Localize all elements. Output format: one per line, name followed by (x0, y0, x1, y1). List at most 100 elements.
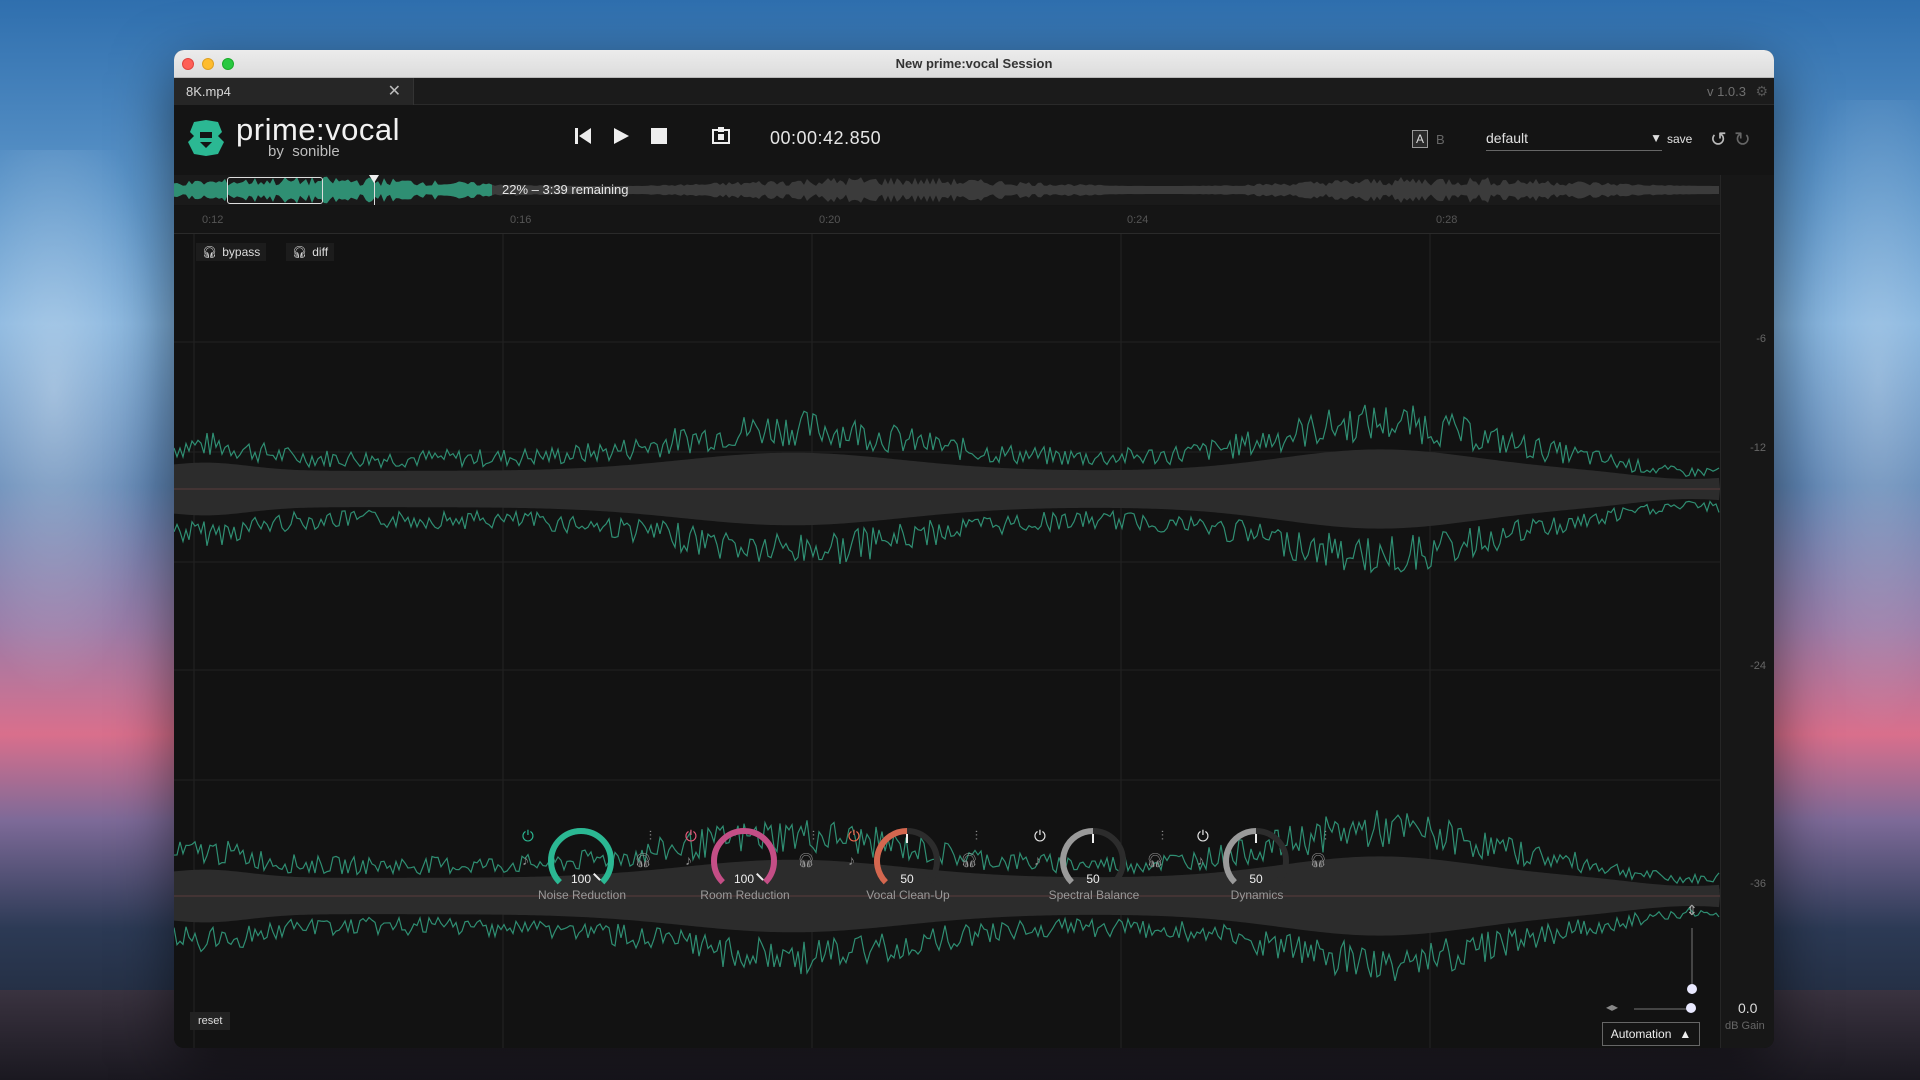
headphones-icon[interactable]: 🎧︎ (1309, 852, 1327, 869)
skip-back-button[interactable] (572, 125, 594, 147)
module-vocal-clean-up: ⏻ ♪ ⫶ 🎧︎ 50 Vocal Clean-Up (848, 820, 978, 910)
ab-b-button[interactable]: B (1436, 132, 1445, 147)
module-noise-reduction: ⏻ ♪ ⫶ 🎧︎ 100 Noise Reduction (522, 820, 652, 910)
gear-icon[interactable]: ⚙ (1755, 83, 1768, 100)
note-icon[interactable]: ♪ (522, 852, 529, 868)
ab-a-button[interactable]: A (1412, 130, 1428, 148)
note-icon[interactable]: ♪ (685, 852, 692, 868)
transport-controls (572, 125, 732, 147)
close-window-button[interactable] (182, 58, 194, 70)
db-tick: -24 (1750, 660, 1766, 672)
ruler-tick: 0:28 (1436, 214, 1458, 226)
reset-button[interactable]: reset (190, 1012, 231, 1030)
play-icon (614, 128, 629, 144)
tab-label: 8K.mp4 (186, 83, 231, 99)
power-icon[interactable]: ⏻ (685, 828, 697, 845)
ruler-tick: 0:12 (202, 214, 224, 226)
diff-label: diff (312, 245, 329, 259)
module-label: Dynamics (1230, 888, 1284, 902)
faders-icon[interactable]: ⫶ (1161, 828, 1164, 844)
module-dynamics: ⏻ ♪ ⫶ 🎧︎ 50 Dynamics (1197, 820, 1327, 910)
chevron-up-icon: ▲ (1679, 1027, 1692, 1041)
headphones-icon[interactable]: 🎧︎ (960, 852, 978, 869)
app-window: New prime:vocal Session 8K.mp4 ✕ v 1.0.3… (174, 50, 1774, 1048)
window-title: New prime:vocal Session (895, 56, 1053, 71)
loop-icon (712, 127, 730, 144)
timecode: 00:00:42.850 (770, 128, 882, 148)
title-bar: New prime:vocal Session (174, 50, 1774, 78)
power-icon[interactable]: ⏻ (522, 828, 534, 845)
faders-icon[interactable]: ⫶ (812, 828, 815, 844)
version-label: v 1.0.3 (1706, 83, 1746, 99)
preset-dropdown[interactable]: default ▼ (1486, 125, 1662, 151)
preset-value: default (1486, 129, 1529, 146)
horizontal-zoom-handle[interactable] (1686, 1003, 1696, 1013)
overview-waveform[interactable]: 22% – 3:39 remaining (174, 175, 1720, 205)
time-ruler[interactable]: 0:12 0:16 0:20 0:24 0:28 (174, 206, 1720, 234)
faders-icon[interactable]: ⫶ (649, 828, 652, 844)
module-spectral-balance: ⏻ ♪ ⫶ 🎧︎ 50 Spectral Balance (1034, 820, 1164, 910)
module-label: Vocal Clean-Up (866, 888, 950, 902)
bypass-button[interactable]: 🎧︎ bypass (196, 243, 267, 261)
undo-icon[interactable]: ↺ (1710, 127, 1727, 152)
automation-button[interactable]: Automation ▲ (1602, 1022, 1700, 1046)
gain-value[interactable]: 0.0 (1738, 1000, 1757, 1016)
horizontal-zoom-icon: ◂▸ (1606, 1000, 1619, 1014)
product-by-word: by (268, 143, 284, 160)
desktop-background (0, 150, 180, 750)
power-icon[interactable]: ⏻ (848, 828, 860, 845)
headphones-icon: 🎧︎ (202, 245, 218, 259)
diff-button[interactable]: 🎧︎ diff (286, 243, 335, 261)
note-icon[interactable]: ♪ (1197, 852, 1204, 868)
channel-left-body-bottom (174, 489, 1720, 529)
waveform-graphic (174, 234, 1720, 1048)
tab-bar: 8K.mp4 ✕ v 1.0.3 ⚙ (174, 77, 1774, 105)
knob-value: 50 (1086, 872, 1100, 886)
close-icon[interactable]: ✕ (388, 81, 401, 101)
overview-wave-graphic (174, 176, 1719, 204)
analysis-progress-text: 22% – 3:39 remaining (502, 182, 629, 197)
ruler-tick: 0:16 (510, 214, 532, 226)
headphones-icon[interactable]: 🎧︎ (1146, 852, 1164, 869)
header: prime:vocal by sonible 00:00:42.850 A B … (174, 105, 1774, 175)
note-icon[interactable]: ♪ (848, 852, 855, 868)
stop-button[interactable] (648, 125, 670, 147)
channel-left-body-top (174, 449, 1720, 489)
power-icon[interactable]: ⏻ (1034, 828, 1046, 845)
waveform-view[interactable]: 🎧︎ bypass 🎧︎ diff (174, 234, 1720, 1048)
stop-icon (651, 128, 667, 144)
db-tick: -6 (1756, 333, 1766, 345)
db-tick: -36 (1750, 878, 1766, 890)
redo-icon[interactable]: ↻ (1734, 127, 1751, 152)
db-scale: -6 -12 -24 -36 (1720, 175, 1774, 1048)
zoom-window-button[interactable] (222, 58, 234, 70)
loop-button[interactable] (710, 125, 732, 147)
knob-value: 50 (1249, 872, 1263, 886)
save-button[interactable]: save (1662, 131, 1697, 147)
headphones-icon[interactable]: 🎧︎ (797, 852, 815, 869)
power-icon[interactable]: ⏻ (1197, 828, 1209, 845)
headphones-icon[interactable]: 🎧︎ (634, 852, 652, 869)
desktop-background-right (1780, 100, 1920, 800)
ab-compare: A B (1412, 130, 1445, 148)
module-label: Spectral Balance (1048, 888, 1140, 902)
product-name: prime:vocal (236, 112, 400, 147)
faders-icon[interactable]: ⫶ (1324, 828, 1327, 844)
faders-icon[interactable]: ⫶ (975, 828, 978, 844)
playhead-marker-icon (369, 175, 379, 183)
knob-value: 50 (900, 872, 914, 886)
logo-icon (188, 119, 224, 156)
tab-file[interactable]: 8K.mp4 ✕ (174, 77, 414, 105)
vertical-zoom-handle[interactable] (1687, 984, 1697, 994)
bypass-label: bypass (222, 245, 261, 259)
gain-label: dB Gain (1725, 1020, 1765, 1032)
module-label: Room Reduction (700, 888, 790, 902)
minimize-window-button[interactable] (202, 58, 214, 70)
overview-selection-handle[interactable] (227, 177, 323, 204)
module-label: Noise Reduction (537, 888, 627, 902)
chevron-down-icon: ▼ (1650, 130, 1662, 145)
play-button[interactable] (610, 125, 632, 147)
module-room-reduction: ⏻ ♪ ⫶ 🎧︎ 100 Room Reduction (685, 820, 815, 910)
note-icon[interactable]: ♪ (1034, 852, 1041, 868)
skip-back-icon (575, 128, 591, 144)
